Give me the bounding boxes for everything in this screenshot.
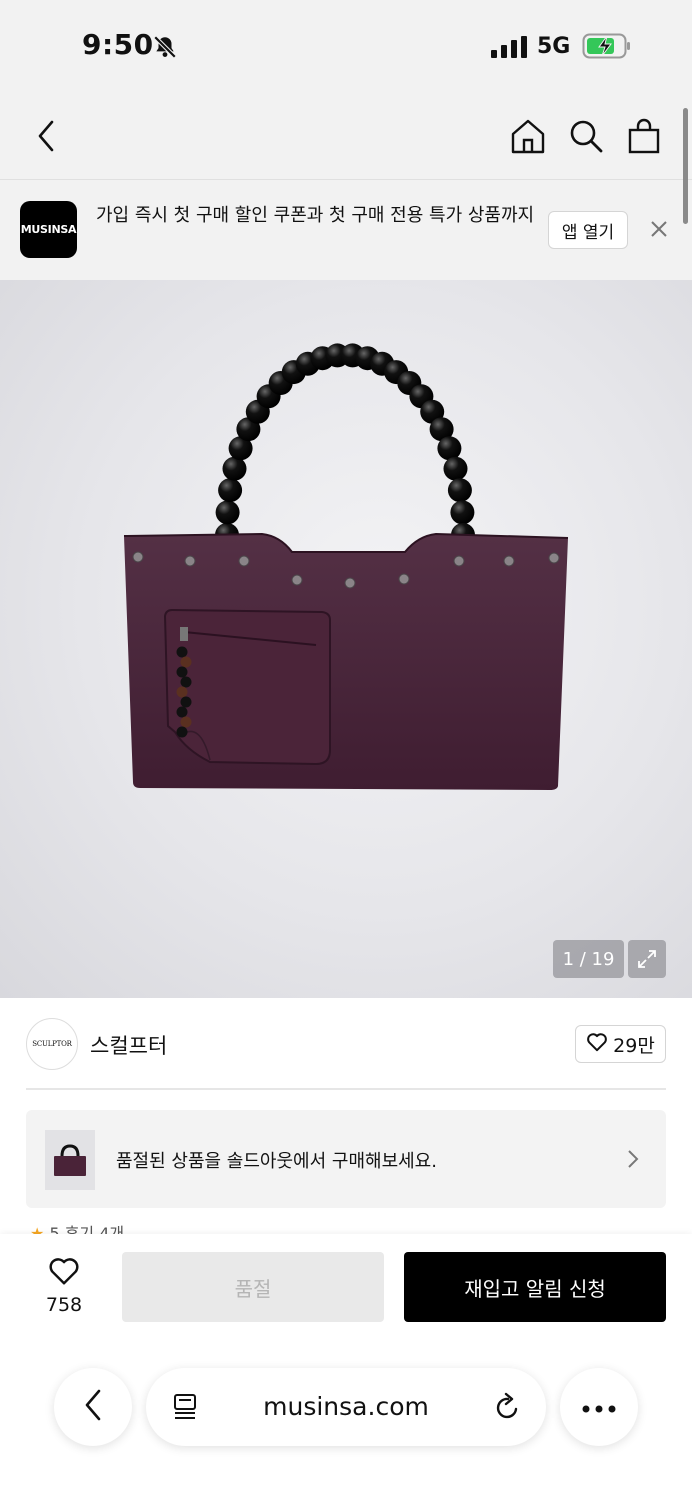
back-icon[interactable] [32, 116, 60, 160]
brand-like-count: 29만 [613, 1034, 655, 1057]
bead-handle [215, 343, 475, 547]
brand-name[interactable]: 스컬프터 [90, 1030, 167, 1060]
reload-icon[interactable] [494, 1392, 522, 1426]
bottom-action-bar: 758 품절 재입고 알림 신청 [0, 1234, 692, 1500]
cellular-signal-icon [491, 36, 527, 62]
open-app-button[interactable]: 앱 열기 [548, 211, 628, 249]
close-icon[interactable] [648, 218, 670, 244]
handbag-illustration [123, 343, 569, 790]
browser-domain: musinsa.com [263, 1392, 429, 1421]
charm-bead [176, 666, 188, 678]
browser-address-bar[interactable]: musinsa.com [146, 1368, 546, 1446]
expand-icon[interactable] [628, 940, 666, 978]
soldout-banner-text: 품절된 상품을 솔드아웃에서 구매해보세요. [116, 1151, 437, 1172]
status-bar: 9:50 5G [0, 0, 692, 96]
scroll-indicator [683, 108, 688, 224]
bead [222, 456, 247, 481]
bead [218, 478, 243, 503]
review-summary: ★ 5 후기 4개 [30, 1220, 124, 1234]
search-icon[interactable] [566, 116, 606, 160]
battery-charging-icon [582, 32, 632, 64]
charm-bead [180, 656, 192, 668]
chevron-right-icon [626, 1148, 640, 1174]
charm-bead [176, 726, 188, 738]
soldout-button: 품절 [122, 1252, 384, 1322]
charm-bead [180, 716, 192, 728]
musinsa-logo: MUSINSA [20, 201, 77, 258]
charm-bead [176, 706, 188, 718]
status-time: 9:50 [82, 28, 154, 61]
browser-back-button[interactable] [54, 1368, 132, 1446]
charm-bead [176, 646, 188, 658]
banner-message: 가입 즉시 첫 구매 할인 쿠폰과 첫 구매 전용 특가 상품까지 [96, 205, 535, 226]
bead [443, 456, 468, 481]
heart-icon [47, 1258, 81, 1290]
heart-icon [586, 1032, 608, 1057]
app-install-banner: MUSINSA 가입 즉시 첫 구매 할인 쿠폰과 첫 구매 전용 특가 상품까… [0, 180, 692, 280]
product-info: SCULPTOR 스컬프터 29만 품절된 상품을 솔드아웃에서 구매해보세요.… [0, 998, 692, 1234]
home-icon[interactable] [508, 116, 548, 160]
network-type: 5G [537, 34, 571, 59]
charm-bead [180, 676, 192, 688]
charm-bead [180, 696, 192, 708]
image-counter: 1 / 19 [553, 940, 624, 978]
bead [215, 500, 240, 525]
wishlist-count: 758 [45, 1294, 83, 1316]
brand-avatar[interactable]: SCULPTOR [26, 1018, 78, 1070]
soldout-thumbnail [45, 1130, 95, 1190]
more-options-button[interactable] [560, 1368, 638, 1446]
brand-like-button[interactable]: 29만 [575, 1025, 666, 1063]
soldout-banner[interactable]: 품절된 상품을 솔드아웃에서 구매해보세요. [26, 1110, 666, 1208]
star-icon: ★ [30, 1224, 50, 1234]
charm-bead [176, 686, 188, 698]
product-image[interactable] [0, 280, 692, 998]
chevron-left-icon [83, 1388, 103, 1426]
bell-muted-icon [152, 34, 178, 64]
bead [437, 436, 462, 461]
top-nav-bar [0, 96, 692, 180]
wishlist-button[interactable]: 758 [36, 1256, 92, 1316]
bead [450, 500, 475, 525]
ellipsis-icon [582, 1398, 616, 1417]
divider [26, 1088, 666, 1090]
restock-alert-button[interactable]: 재입고 알림 신청 [404, 1252, 666, 1322]
bead [447, 478, 472, 503]
shopping-bag-icon[interactable] [624, 116, 664, 160]
